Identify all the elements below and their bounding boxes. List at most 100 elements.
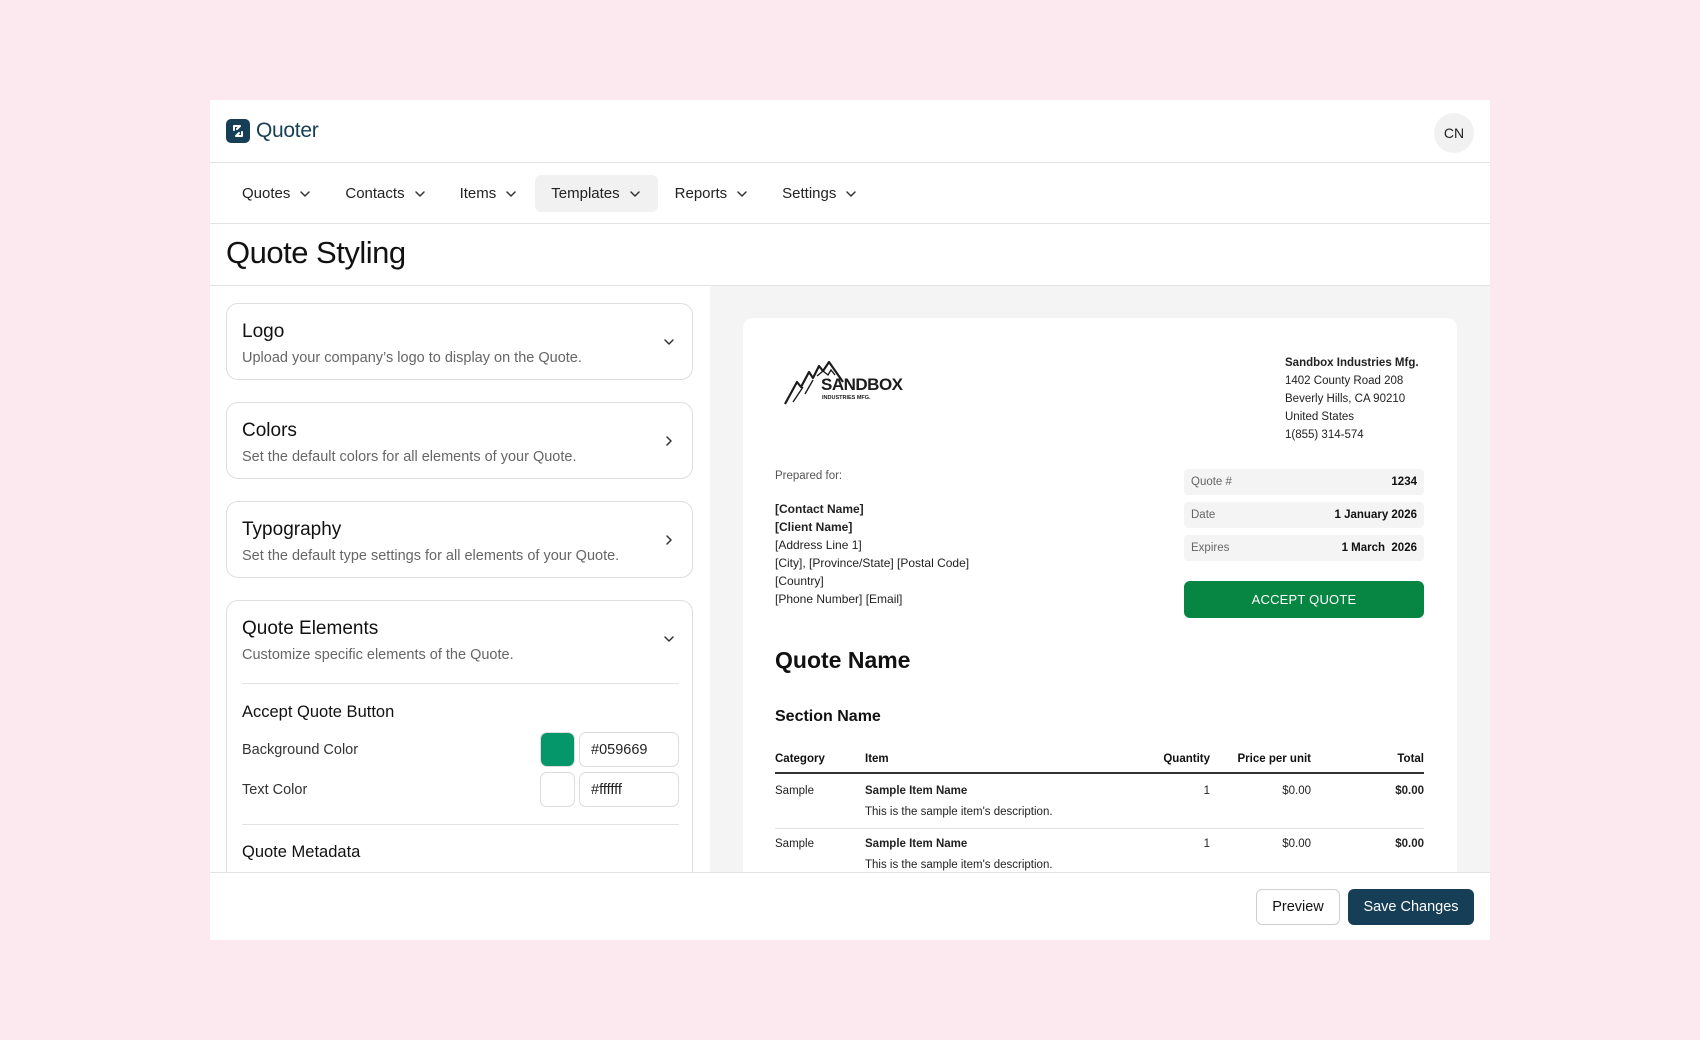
logo-panel[interactable]: Logo Upload your company’s logo to displ… <box>226 303 693 380</box>
chevron-right-icon[interactable] <box>662 533 676 547</box>
text-color-swatch[interactable] <box>540 772 575 807</box>
nav-item-templates[interactable]: Templates <box>535 175 658 212</box>
client-contact: [Contact Name] <box>775 502 864 516</box>
meta-value: 1 March 2026 <box>1341 542 1417 554</box>
chevron-down-icon <box>506 190 517 197</box>
row-item-name: Sample Item Name <box>865 838 968 850</box>
nav-item-label: Templates <box>551 185 620 202</box>
chevron-right-icon[interactable] <box>662 434 676 448</box>
typography-panel-description: Set the default type settings for all el… <box>242 548 620 564</box>
chevron-down-icon <box>300 190 311 197</box>
chevron-down-icon[interactable] <box>662 335 676 349</box>
company-address-line: 1402 County Road 208 <box>1285 375 1404 387</box>
row-quantity: 1 <box>1203 785 1210 797</box>
text-color-input[interactable]: #ffffff <box>579 772 679 807</box>
typography-panel-title: Typography <box>242 519 342 540</box>
row-total: $0.00 <box>1395 838 1424 850</box>
typography-panel[interactable]: Typography Set the default type settings… <box>226 501 693 578</box>
nav-item-settings[interactable]: Settings <box>766 175 874 212</box>
row-category: Sample <box>775 785 814 797</box>
client-details: [Contact Name] [Client Name] [Address Li… <box>775 500 969 608</box>
logo-subtext: INDUSTRIES MFG. <box>822 395 871 401</box>
company-phone: 1(855) 314-574 <box>1285 429 1364 441</box>
nav-item-items[interactable]: Items <box>444 175 535 212</box>
chevron-down-icon <box>846 190 857 197</box>
section-divider <box>242 824 679 825</box>
top-bar: Quoter CN <box>210 100 1490 163</box>
brand-logo[interactable]: Quoter <box>226 119 319 143</box>
quote-preview-area[interactable]: SANDBOX INDUSTRIES MFG. Sandbox Industri… <box>710 286 1490 872</box>
accept-quote-button[interactable]: ACCEPT QUOTE <box>1184 581 1424 618</box>
company-country: United States <box>1285 411 1355 423</box>
background-color-label: Background Color <box>242 742 359 758</box>
background-color-swatch[interactable] <box>540 732 575 767</box>
nav-item-reports[interactable]: Reports <box>659 175 766 212</box>
quote-elements-description: Customize specific elements of the Quote… <box>242 647 514 663</box>
quote-expires-row: Expires 1 March 2026 <box>1184 535 1424 561</box>
logo-panel-description: Upload your company’s logo to display on… <box>242 350 582 366</box>
row-item-description: This is the sample item's description. <box>865 859 1053 871</box>
nav-item-contacts[interactable]: Contacts <box>329 175 442 212</box>
quote-document: SANDBOX INDUSTRIES MFG. Sandbox Industri… <box>743 318 1457 872</box>
client-address: [Address Line 1] <box>775 538 862 552</box>
footer-bar: Preview Save Changes <box>210 872 1490 940</box>
nav-item-label: Reports <box>674 185 728 202</box>
row-item-name: Sample Item Name <box>865 785 968 797</box>
company-address: Sandbox Industries Mfg. 1402 County Road… <box>1285 354 1419 444</box>
user-avatar[interactable]: CN <box>1434 113 1474 153</box>
quote-metadata-section-title: Quote Metadata <box>242 843 361 861</box>
company-logo: SANDBOX INDUSTRIES MFG. <box>783 354 908 406</box>
column-header-category: Category <box>775 753 825 765</box>
row-price: $0.00 <box>1282 785 1311 797</box>
page-title: Quote Styling <box>226 235 406 270</box>
app-window: Quoter CN Quotes Contacts Items Templates Re… <box>210 100 1490 940</box>
client-name: [Client Name] <box>775 520 853 534</box>
quote-elements-title[interactable]: Quote Elements <box>242 618 378 640</box>
save-changes-button[interactable]: Save Changes <box>1348 889 1474 925</box>
table-header-rule <box>775 772 1424 774</box>
client-phone-email: [Phone Number] [Email] <box>775 592 903 606</box>
meta-label: Quote # <box>1191 476 1232 488</box>
quote-name: Quote Name <box>775 647 911 673</box>
preview-button[interactable]: Preview <box>1256 889 1340 925</box>
row-category: Sample <box>775 838 814 850</box>
nav-item-label: Contacts <box>345 185 405 202</box>
meta-label: Date <box>1191 509 1216 521</box>
nav-item-label: Items <box>459 185 497 202</box>
chevron-down-icon[interactable] <box>662 632 676 646</box>
column-header-total: Total <box>1397 753 1424 765</box>
prepared-for-label: Prepared for: <box>775 470 843 482</box>
client-country: [Country] <box>775 574 824 588</box>
background-color-input[interactable]: #059669 <box>579 732 679 767</box>
main-nav: Quotes Contacts Items Templates Reports Setti… <box>210 163 1490 224</box>
chevron-down-icon <box>414 190 425 197</box>
row-price: $0.00 <box>1282 838 1311 850</box>
row-item-description: This is the sample item's description. <box>865 806 1053 818</box>
accept-button-section-title: Accept Quote Button <box>242 703 395 721</box>
settings-panel: Logo Upload your company’s logo to displ… <box>210 286 710 872</box>
chevron-down-icon <box>737 190 747 197</box>
quote-number-row: Quote # 1234 <box>1184 469 1424 495</box>
brand-name: Quoter <box>256 119 319 142</box>
nav-item-label: Settings <box>782 185 837 202</box>
colors-panel-title: Colors <box>242 420 297 441</box>
colors-panel[interactable]: Colors Set the default colors for all el… <box>226 402 693 479</box>
row-quantity: 1 <box>1203 838 1210 850</box>
company-name: Sandbox Industries Mfg. <box>1285 357 1419 369</box>
nav-item-label: Quotes <box>242 185 291 202</box>
colors-panel-description: Set the default colors for all elements … <box>242 449 577 465</box>
chevron-down-icon <box>629 190 640 197</box>
quote-date-row: Date 1 January 2026 <box>1184 502 1424 528</box>
quote-elements-panel: Quote Elements Customize specific elemen… <box>226 600 693 872</box>
company-city: Beverly Hills, CA 90210 <box>1285 393 1406 405</box>
section-divider <box>242 683 679 684</box>
client-city: [City], [Province/State] [Postal Code] <box>775 556 970 570</box>
quoter-logo-icon <box>226 119 250 143</box>
column-header-item: Item <box>865 753 889 765</box>
meta-value: 1234 <box>1391 476 1417 488</box>
nav-item-quotes[interactable]: Quotes <box>226 175 328 212</box>
logo-panel-title: Logo <box>242 321 285 342</box>
row-divider <box>775 828 1424 829</box>
logo-wordmark: SANDBOX <box>821 375 903 394</box>
text-color-label: Text Color <box>242 782 308 798</box>
